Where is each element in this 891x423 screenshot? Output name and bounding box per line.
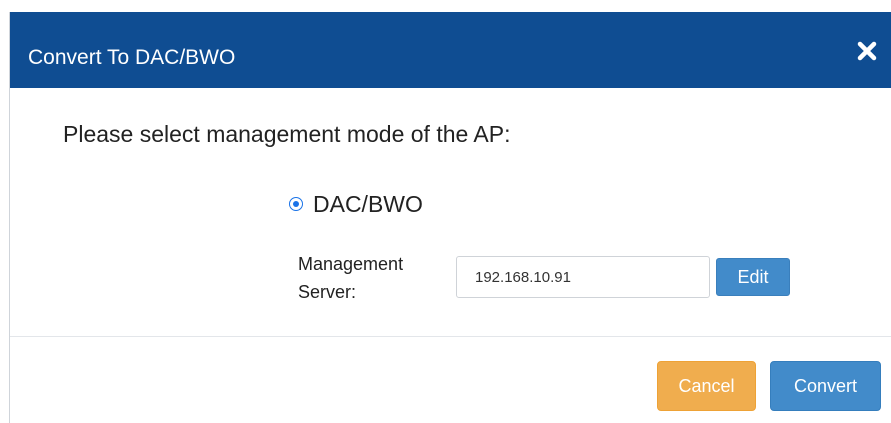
convert-button[interactable]: Convert: [770, 361, 881, 411]
dac-bwo-radio[interactable]: [289, 197, 303, 211]
dialog-header: Convert To DAC/BWO: [10, 12, 891, 88]
management-server-label: Management Server:: [298, 254, 404, 302]
dialog-title: Convert To DAC/BWO: [28, 46, 236, 69]
dac-bwo-label: DAC/BWO: [313, 191, 423, 217]
cancel-button[interactable]: Cancel: [657, 361, 756, 411]
prompt-text: Please select management mode of the AP:: [63, 121, 511, 147]
management-server-input[interactable]: [456, 256, 710, 298]
close-icon[interactable]: [854, 38, 880, 64]
footer-divider: [10, 336, 891, 337]
mode-option-dac-bwo[interactable]: DAC/BWO: [289, 189, 423, 219]
edit-button[interactable]: Edit: [716, 258, 790, 296]
convert-dialog: Convert To DAC/BWO Please select managem…: [9, 12, 891, 423]
